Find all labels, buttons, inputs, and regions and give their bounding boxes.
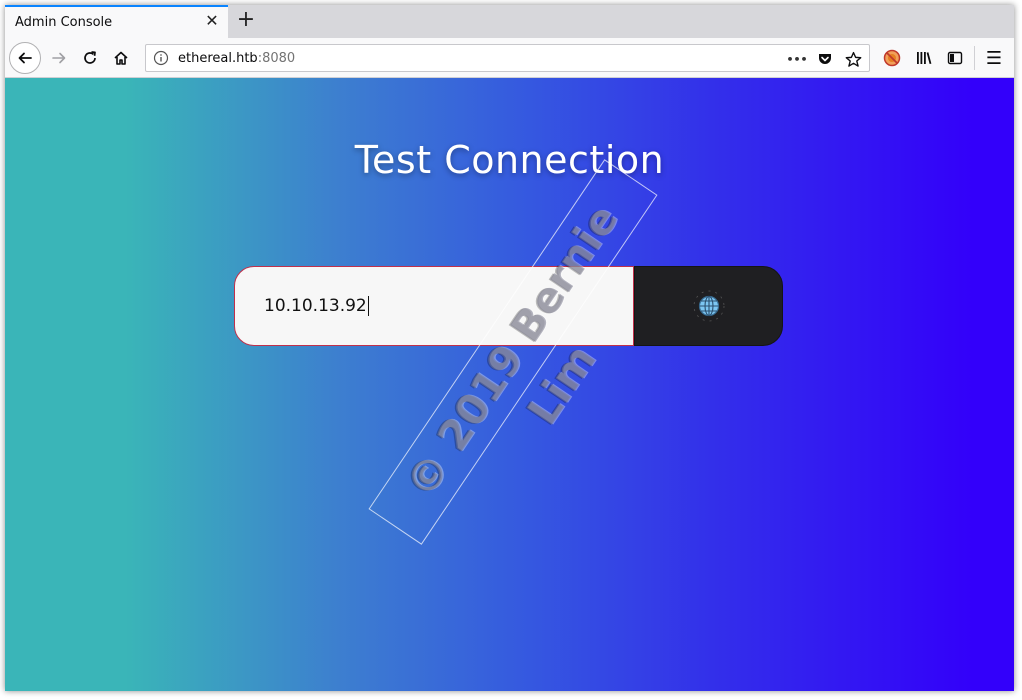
hamburger-menu-icon[interactable]: ☰ <box>980 44 1008 72</box>
reload-button[interactable] <box>76 44 104 72</box>
ip-address-input[interactable]: 10.10.13.92 <box>234 266 634 346</box>
close-tab-icon[interactable]: ✕ <box>203 12 221 30</box>
back-arrow-icon <box>18 52 32 64</box>
home-button[interactable] <box>107 44 135 72</box>
home-icon <box>114 51 128 65</box>
test-connection-button[interactable] <box>634 266 783 346</box>
url-port: :8080 <box>257 51 296 66</box>
tab-strip: Admin Console ✕ + <box>5 5 1014 38</box>
forward-button[interactable] <box>45 44 73 72</box>
bookmark-button[interactable] <box>841 47 865 71</box>
watermark: © 2019 Bernie Lim <box>357 159 665 545</box>
tab-admin-console[interactable]: Admin Console ✕ <box>5 5 228 38</box>
text-caret <box>367 296 369 316</box>
page-content: Test Connection 10.10.13.92 © 2019 Berni… <box>5 78 1014 691</box>
url-text[interactable]: ethereal.htb:8080 <box>178 51 295 66</box>
globe-icon <box>693 290 724 322</box>
reload-icon <box>84 51 96 64</box>
info-icon[interactable] <box>153 50 169 66</box>
url-host: ethereal.htb <box>178 51 258 66</box>
url-bar[interactable]: ethereal.htb:8080 ••• <box>145 44 870 72</box>
addon-button[interactable] <box>878 44 906 72</box>
toolbar-separator <box>974 46 975 70</box>
nav-bar: ethereal.htb:8080 ••• ☰ <box>5 38 1014 78</box>
pocket-icon <box>819 54 831 64</box>
browser-window: Admin Console ✕ + ethereal.htb:8080 ••• … <box>5 5 1014 691</box>
pocket-button[interactable] <box>813 47 837 71</box>
page-actions-button[interactable]: ••• <box>785 47 809 71</box>
ip-address-value: 10.10.13.92 <box>264 296 369 316</box>
library-icon <box>917 52 932 65</box>
sidebar-button[interactable] <box>941 44 969 72</box>
sidebar-icon <box>947 51 963 65</box>
back-button[interactable] <box>9 42 41 74</box>
page-title: Test Connection <box>354 138 665 182</box>
watermark-text: © 2019 Bernie Lim <box>368 159 658 545</box>
test-connection-form: 10.10.13.92 <box>234 266 783 346</box>
blocked-addon-icon <box>883 49 901 67</box>
library-button[interactable] <box>910 44 938 72</box>
ip-address-text: 10.10.13.92 <box>264 296 367 316</box>
star-icon <box>845 51 861 67</box>
forward-arrow-icon <box>52 52 66 64</box>
tab-title: Admin Console <box>15 15 113 30</box>
url-actions: ••• <box>785 47 865 71</box>
new-tab-button[interactable]: + <box>234 8 258 32</box>
